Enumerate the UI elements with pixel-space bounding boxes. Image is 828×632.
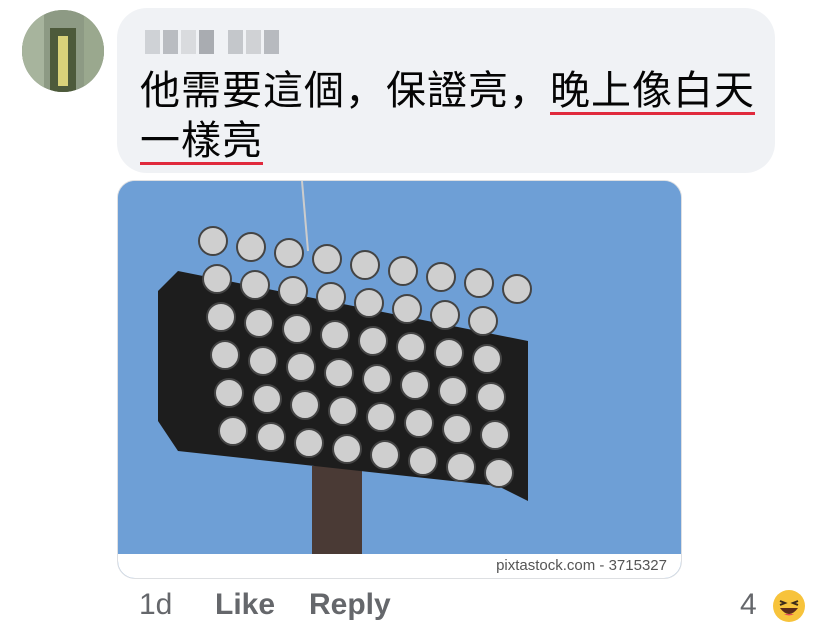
lamp <box>480 420 510 450</box>
comment-text-plain: 他需要這個，保證亮， <box>140 68 550 114</box>
lamp <box>404 408 434 438</box>
lamp <box>396 332 426 362</box>
avatar-detail <box>58 36 68 86</box>
lamp <box>206 302 236 332</box>
lamp <box>464 268 494 298</box>
lamp <box>366 402 396 432</box>
lamp <box>282 314 312 344</box>
lamp <box>502 274 532 304</box>
lamp <box>442 414 472 444</box>
lamp <box>468 306 498 336</box>
lamp <box>294 428 324 458</box>
lamp <box>392 294 422 324</box>
lamp <box>278 276 308 306</box>
lamp <box>350 250 380 280</box>
lamp <box>332 434 362 464</box>
lamp <box>362 364 392 394</box>
lamp <box>476 382 506 412</box>
like-button[interactable]: Like <box>215 588 275 622</box>
avatar-detail-left <box>22 10 44 92</box>
lamp <box>240 270 270 300</box>
lamp <box>324 358 354 388</box>
lamp <box>430 300 460 330</box>
avatar[interactable] <box>22 10 104 92</box>
lamp <box>316 282 346 312</box>
reply-button[interactable]: Reply <box>309 588 391 622</box>
lamp <box>290 390 320 420</box>
lamp <box>198 226 228 256</box>
lamp <box>408 446 438 476</box>
lamp <box>328 396 358 426</box>
lamp <box>202 264 232 294</box>
timestamp[interactable]: 1d <box>139 588 172 622</box>
lamp <box>472 344 502 374</box>
lamp <box>244 308 274 338</box>
lamp <box>248 346 278 376</box>
lamp <box>252 384 282 414</box>
lamp <box>388 256 418 286</box>
photo-caption-text: pixtastock.com - 3715327 <box>496 557 667 574</box>
haha-icon[interactable] <box>772 589 806 623</box>
lamp <box>354 288 384 318</box>
lamp <box>214 378 244 408</box>
lamp <box>256 422 286 452</box>
photo-caption: pixtastock.com - 3715327 <box>118 554 681 578</box>
lamp <box>274 238 304 268</box>
comment-text: 他需要這個，保證亮，晚上像白天一樣亮 <box>140 66 760 166</box>
floodlight-image <box>118 181 681 578</box>
lamp <box>446 452 476 482</box>
lamp <box>370 440 400 470</box>
lamp <box>286 352 316 382</box>
lamp <box>358 326 388 356</box>
lamp <box>210 340 240 370</box>
lamp <box>438 376 468 406</box>
attached-photo[interactable]: pixtastock.com - 3715327 <box>117 180 682 579</box>
reaction-count[interactable]: 4 <box>740 588 757 622</box>
lamp <box>484 458 514 488</box>
lamp <box>312 244 342 274</box>
lamp <box>236 232 266 262</box>
lamp <box>320 320 350 350</box>
lamp <box>426 262 456 292</box>
lamp <box>218 416 248 446</box>
avatar-detail-right <box>84 10 104 92</box>
lamp <box>400 370 430 400</box>
lamp <box>434 338 464 368</box>
